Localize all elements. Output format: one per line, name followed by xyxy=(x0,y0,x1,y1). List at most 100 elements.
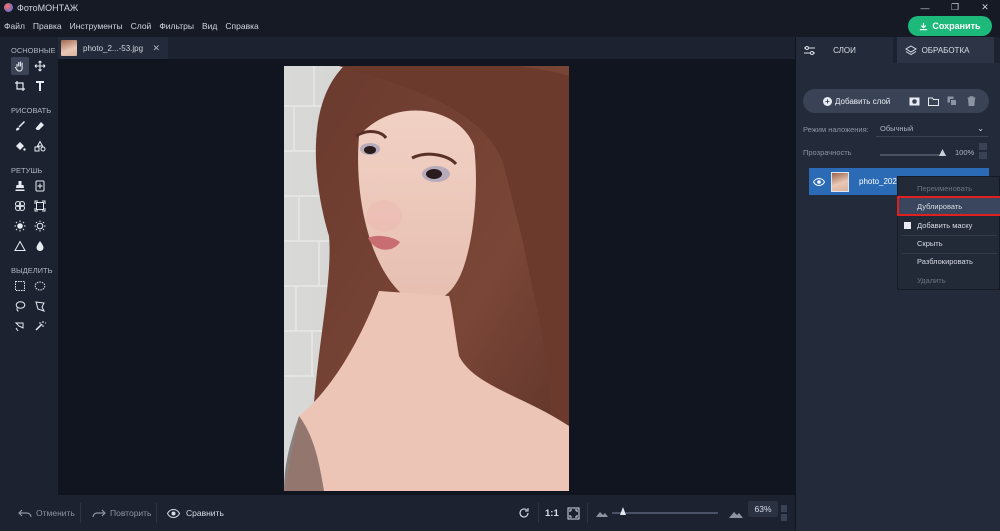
tool-group-draw-title: РИСОВАТЬ xyxy=(11,106,52,115)
duplicate-icon[interactable] xyxy=(946,95,958,107)
menu-file[interactable]: Файл xyxy=(4,21,25,31)
menu-edit[interactable]: Правка xyxy=(33,21,62,31)
save-button[interactable]: Сохранить xyxy=(908,16,992,36)
blend-mode-label: Режим наложения: xyxy=(803,125,869,134)
add-layer-button[interactable]: + Добавить слой xyxy=(823,96,891,106)
download-icon xyxy=(920,22,928,30)
plus-icon: + xyxy=(823,96,832,106)
shapes-tool-icon[interactable] xyxy=(31,137,49,155)
menu-item-delete[interactable]: Удалить xyxy=(898,271,1000,289)
opacity-label: Прозрачность xyxy=(803,148,852,157)
sliders-icon xyxy=(804,45,815,55)
fit-rotate-icon[interactable] xyxy=(518,495,530,531)
compare-button[interactable]: Сравнить xyxy=(167,495,224,531)
visibility-eye-icon[interactable] xyxy=(813,177,825,186)
folder-icon[interactable] xyxy=(927,95,939,107)
undo-label: Отменить xyxy=(36,508,75,518)
menu-help[interactable]: Справка xyxy=(225,21,258,31)
document-tab-strip xyxy=(58,37,795,59)
menu-item-add-mask[interactable]: Добавить маску xyxy=(898,216,1000,234)
close-window-icon[interactable]: ✕ xyxy=(970,0,1000,15)
menu-tools[interactable]: Инструменты xyxy=(70,21,123,31)
minimize-icon[interactable]: — xyxy=(910,0,940,15)
darken-tool-icon[interactable] xyxy=(31,217,49,235)
hand-tool-icon[interactable] xyxy=(11,57,29,75)
trash-icon[interactable] xyxy=(965,95,977,107)
menu-view[interactable]: Вид xyxy=(202,21,217,31)
window-controls: — ❐ ✕ xyxy=(910,0,1000,15)
eye-icon xyxy=(167,508,180,518)
menu-item-unlock[interactable]: Разблокировать xyxy=(898,252,1000,270)
fit-screen-icon[interactable] xyxy=(567,495,580,531)
rect-select-icon[interactable] xyxy=(11,277,29,295)
menu-filters[interactable]: Фильтры xyxy=(159,21,194,31)
stamp-tool-icon[interactable] xyxy=(11,177,29,195)
document-thumbnail xyxy=(61,40,77,56)
layer-actions-bar: + Добавить слой xyxy=(803,89,989,113)
opacity-slider-track[interactable] xyxy=(880,154,946,156)
eraser-tool-icon[interactable] xyxy=(31,117,49,135)
zoom-out-icon[interactable] xyxy=(596,495,608,531)
frame-tool-icon[interactable] xyxy=(31,197,49,215)
photo-image xyxy=(284,66,569,491)
menu-item-hide[interactable]: Скрыть xyxy=(898,234,1000,252)
redo-label: Повторить xyxy=(110,508,152,518)
title-bar: ФотоМОНТАЖ — ❐ ✕ xyxy=(0,0,1000,15)
restore-icon[interactable]: ❐ xyxy=(940,0,970,15)
blur-tool-icon[interactable] xyxy=(31,237,49,255)
menu-bar: Файл Правка Инструменты Слой Фильтры Вид… xyxy=(0,15,1000,37)
layers-icon xyxy=(905,44,917,55)
magnetic-lasso-icon[interactable] xyxy=(11,317,29,335)
tool-group-basic-title: ОСНОВНЫЕ xyxy=(11,46,56,55)
magic-wand-icon[interactable] xyxy=(31,317,49,335)
tab-processing-label: ОБРАБОТКА xyxy=(921,45,970,55)
healing-tool-icon[interactable] xyxy=(31,177,49,195)
zoom-slider-handle[interactable] xyxy=(620,507,626,515)
zoom-spinner[interactable] xyxy=(781,505,787,521)
opacity-value[interactable]: 100% xyxy=(955,148,974,157)
menu-item-duplicate[interactable]: Дублировать xyxy=(897,196,1000,216)
mask-icon[interactable] xyxy=(908,95,920,107)
tool-group-select-title: ВЫДЕЛИТЬ xyxy=(11,266,53,275)
save-button-label: Сохранить xyxy=(932,21,981,31)
tab-layers[interactable]: СЛОИ xyxy=(796,37,893,63)
divider xyxy=(80,503,81,523)
ellipse-select-icon[interactable] xyxy=(31,277,49,295)
lasso-tool-icon[interactable] xyxy=(11,297,29,315)
add-layer-label: Добавить слой xyxy=(835,96,891,106)
app-title: ФотоМОНТАЖ xyxy=(17,2,79,13)
app-logo-icon xyxy=(4,3,13,12)
brush-tool-icon[interactable] xyxy=(11,117,29,135)
redo-button[interactable]: Повторить xyxy=(92,495,152,531)
close-tab-icon[interactable]: ✕ xyxy=(152,43,160,54)
menu-layer[interactable]: Слой xyxy=(131,21,152,31)
polygon-lasso-icon[interactable] xyxy=(31,297,49,315)
redo-icon xyxy=(92,509,106,517)
zoom-slider-track[interactable] xyxy=(612,512,718,514)
opacity-spinner[interactable] xyxy=(979,143,987,159)
brighten-tool-icon[interactable] xyxy=(11,217,29,235)
chevron-down-icon: ⌄ xyxy=(977,124,984,133)
zoom-value[interactable]: 63% xyxy=(748,501,778,517)
sharpen-tool-icon[interactable] xyxy=(11,237,29,255)
undo-button[interactable]: Отменить xyxy=(18,495,75,531)
tools-panel: ОСНОВНЫЕ РИСОВАТЬ РЕТУШЬ ВЫДЕЛИТЬ xyxy=(0,37,58,495)
crop-tool-icon[interactable] xyxy=(11,77,29,95)
zoom-in-icon[interactable] xyxy=(729,495,743,531)
tab-processing[interactable]: ОБРАБОТКА xyxy=(897,37,994,63)
tab-layers-label: СЛОИ xyxy=(833,45,856,55)
actual-size-button[interactable]: 1:1 xyxy=(545,495,559,531)
patch-tool-icon[interactable] xyxy=(11,197,29,215)
move-tool-icon[interactable] xyxy=(31,57,49,75)
document-tab[interactable]: photo_2...-53.jpg ✕ xyxy=(58,37,168,59)
fill-tool-icon[interactable] xyxy=(11,137,29,155)
bottom-toolbar: Отменить Повторить Сравнить 1:1 63% xyxy=(0,495,795,531)
divider xyxy=(538,503,539,523)
menu-item-rename[interactable]: Переименовать xyxy=(898,179,1000,197)
layer-name: photo_2025 xyxy=(859,177,902,186)
text-tool-icon[interactable] xyxy=(31,77,49,95)
divider xyxy=(156,503,157,523)
blend-mode-select[interactable]: Обычный ⌄ xyxy=(876,121,988,137)
document-tab-name: photo_2...-53.jpg xyxy=(83,43,144,53)
tool-group-retouch-title: РЕТУШЬ xyxy=(11,166,43,175)
